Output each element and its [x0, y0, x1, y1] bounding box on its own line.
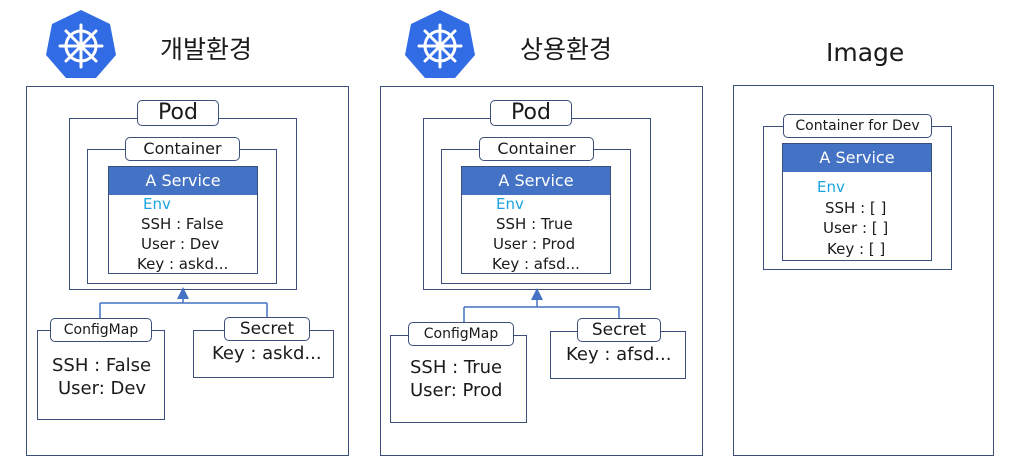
prod-connector	[463, 288, 620, 322]
dev-connector	[99, 287, 268, 318]
connector-lines	[99, 287, 620, 322]
